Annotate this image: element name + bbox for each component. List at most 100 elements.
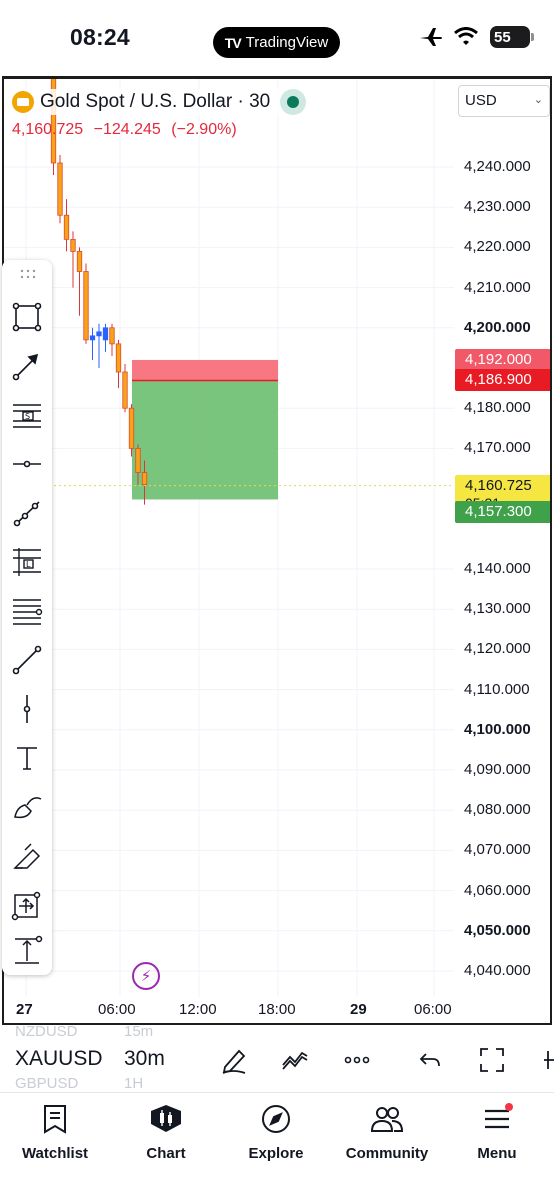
take-profit-zone bbox=[132, 380, 278, 500]
candle bbox=[141, 472, 148, 485]
candle bbox=[70, 238, 76, 252]
drag-handle-icon[interactable] bbox=[19, 268, 37, 280]
airplane-icon bbox=[420, 28, 442, 46]
battery-level: 55 bbox=[494, 28, 511, 46]
price-tick: 4,210.000 bbox=[464, 278, 531, 296]
price-axis[interactable]: 4,192.000 4,186.900 4,160.725 05:31 4,15… bbox=[454, 79, 550, 999]
price-tick: 4,100.000 bbox=[464, 720, 531, 738]
next-icon bbox=[544, 1051, 554, 1069]
trend-line-tool[interactable] bbox=[8, 641, 46, 679]
long-position-tool[interactable]: L bbox=[8, 543, 46, 581]
text-icon bbox=[17, 747, 37, 770]
price-tick: 4,230.000 bbox=[464, 198, 531, 216]
lightning-icon[interactable]: ⚡ bbox=[132, 962, 160, 990]
candle bbox=[76, 251, 83, 272]
candle bbox=[63, 214, 70, 240]
stop-low-price-badge: 4,186.900 bbox=[455, 369, 550, 392]
price-tick: 4,140.000 bbox=[464, 560, 531, 577]
next-button[interactable] bbox=[535, 1043, 554, 1077]
price-tick: 4,090.000 bbox=[464, 761, 531, 778]
trend-line-icon bbox=[12, 645, 42, 675]
next-interval-ghost: 1H bbox=[124, 1075, 144, 1092]
highlighter-icon bbox=[13, 843, 41, 869]
last-price: 4,160.725 bbox=[12, 121, 84, 138]
compass-icon bbox=[262, 1105, 290, 1133]
nav-chart[interactable]: Chart bbox=[116, 1103, 216, 1162]
nav-community[interactable]: Community bbox=[337, 1103, 437, 1162]
price-tick: 4,220.000 bbox=[464, 238, 531, 256]
chart-title[interactable]: Gold Spot / U.S. Dollar · 30 bbox=[40, 91, 270, 113]
highlighter-tool[interactable] bbox=[8, 837, 46, 875]
tradingview-logo-icon: TV bbox=[224, 34, 242, 51]
chart-area[interactable]: Gold Spot / U.S. Dollar · 30 4,160.725 −… bbox=[2, 76, 552, 1025]
interval-selector[interactable]: 30m bbox=[124, 1047, 165, 1071]
indicators-button[interactable] bbox=[278, 1043, 312, 1077]
pen-icon bbox=[222, 1049, 246, 1074]
time-tick: 27 bbox=[16, 1001, 33, 1018]
nav-explore[interactable]: Explore bbox=[226, 1103, 326, 1162]
vertical-line-tool[interactable] bbox=[8, 690, 46, 728]
fib-tool[interactable]: S bbox=[8, 396, 46, 434]
battery-icon: 55 bbox=[490, 26, 534, 48]
nav-menu-label: Menu bbox=[477, 1145, 517, 1162]
horizontal-ray-tool[interactable] bbox=[8, 445, 46, 483]
undo-icon bbox=[419, 1053, 440, 1067]
candle bbox=[115, 343, 122, 373]
candle bbox=[83, 271, 89, 341]
price-range-tool[interactable] bbox=[8, 932, 46, 970]
prev-interval-ghost: 15m bbox=[124, 1025, 154, 1040]
price-tick: 4,170.000 bbox=[464, 439, 531, 457]
fullscreen-icon bbox=[480, 1048, 504, 1072]
stop-loss-zone bbox=[132, 359, 278, 381]
price-tick: 4,050.000 bbox=[464, 921, 531, 939]
horizontal-line-icon bbox=[13, 460, 41, 468]
price-info: 4,160.725 −124.245 (−2.90%) bbox=[12, 121, 243, 139]
price-tick: 4,040.000 bbox=[464, 962, 531, 979]
svg-text:S: S bbox=[25, 412, 30, 421]
bookmark-icon bbox=[44, 1105, 66, 1134]
price-tick: 4,200.000 bbox=[464, 318, 531, 336]
time-tick: 18:00 bbox=[258, 1001, 296, 1018]
price-tick: 4,240.000 bbox=[464, 158, 531, 175]
candle bbox=[109, 327, 115, 345]
target-price-badge: 4,157.300 bbox=[455, 501, 550, 524]
prev-symbol-ghost: NZDUSD bbox=[15, 1025, 78, 1040]
time-tick: 06:00 bbox=[414, 1001, 452, 1018]
nav-chart-label: Chart bbox=[146, 1145, 186, 1162]
price-change-pct: (−2.90%) bbox=[171, 121, 237, 138]
text-tool[interactable] bbox=[8, 739, 46, 777]
price-tick: 4,070.000 bbox=[464, 841, 531, 859]
candle bbox=[57, 162, 63, 216]
time-tick: 06:00 bbox=[98, 1001, 136, 1018]
trend-path-tool[interactable] bbox=[8, 494, 46, 532]
fib-levels-icon: S bbox=[13, 404, 41, 428]
price-tick: 4,130.000 bbox=[464, 600, 531, 618]
symbol-selector[interactable]: XAUUSD bbox=[15, 1047, 103, 1071]
status-icons: 55 bbox=[418, 26, 534, 48]
chart-legend[interactable]: Gold Spot / U.S. Dollar · 30 bbox=[12, 89, 307, 115]
measure-tool[interactable] bbox=[8, 886, 46, 924]
parallel-channel-tool[interactable] bbox=[8, 592, 46, 630]
rectangle-icon bbox=[12, 302, 42, 332]
nav-watchlist[interactable]: Watchlist bbox=[5, 1103, 105, 1162]
candles-icon bbox=[151, 1105, 181, 1132]
price-tick: 4,080.000 bbox=[464, 801, 531, 819]
fullscreen-button[interactable] bbox=[475, 1043, 509, 1077]
nav-menu[interactable]: Menu bbox=[447, 1103, 547, 1162]
brush-icon bbox=[14, 797, 42, 819]
svg-text:L: L bbox=[26, 560, 31, 569]
candle bbox=[122, 371, 128, 409]
position-icon: L bbox=[13, 548, 41, 576]
nav-community-label: Community bbox=[345, 1145, 429, 1162]
draw-button[interactable] bbox=[217, 1043, 251, 1077]
more-button[interactable] bbox=[340, 1043, 374, 1077]
price-tick: 4,110.000 bbox=[464, 680, 530, 698]
rectangle-tool[interactable] bbox=[8, 298, 46, 336]
candle bbox=[96, 331, 102, 337]
candle bbox=[128, 407, 135, 449]
current-price-value: 4,160.725 bbox=[465, 476, 532, 494]
arrow-tool[interactable] bbox=[8, 347, 46, 385]
time-axis[interactable]: 27 06:00 12:00 18:00 29 06:00 bbox=[4, 999, 550, 1023]
undo-button[interactable] bbox=[412, 1043, 446, 1077]
brush-tool[interactable] bbox=[8, 788, 46, 826]
